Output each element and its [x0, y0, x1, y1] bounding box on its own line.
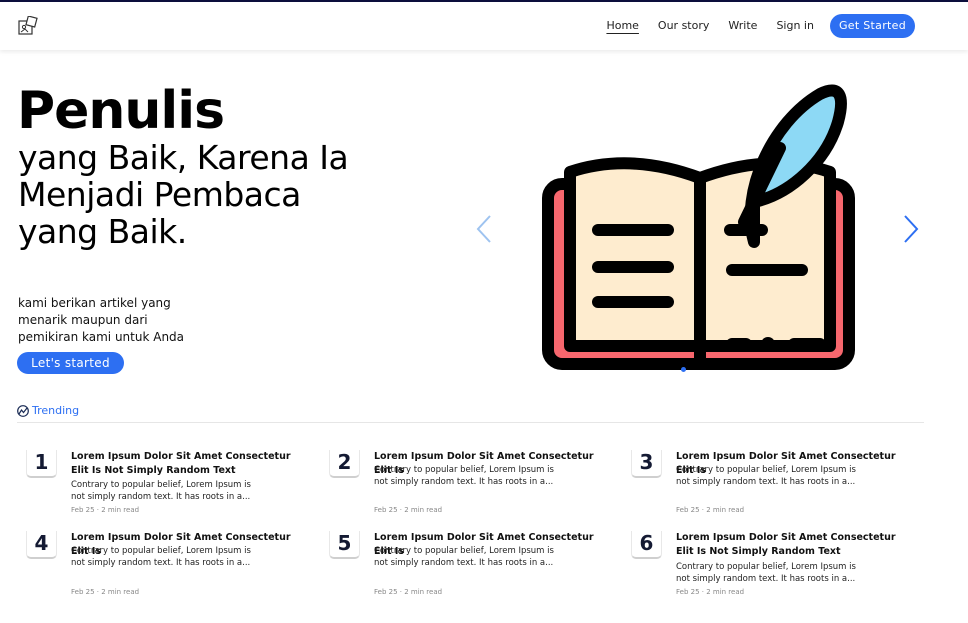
article-item-3[interactable]: 3 Lorem Ipsum Dolor Sit Amet Consectetur…	[631, 450, 896, 520]
book-quill-icon	[542, 84, 855, 370]
article-meta: Feb 25 · 2 min read	[676, 588, 745, 596]
puzzle-logo-icon[interactable]	[18, 16, 38, 36]
lets-started-button[interactable]: Let's started	[17, 352, 124, 374]
carousel-dot[interactable]	[681, 367, 686, 372]
article-excerpt: Contrary to popular belief, Lorem Ipsum …	[676, 465, 856, 487]
article-meta: Feb 25 · 2 min read	[676, 506, 745, 514]
article-excerpt: Contrary to popular belief, Lorem Ipsum …	[676, 562, 856, 584]
article-number: 4	[26, 531, 57, 559]
nav-write-link[interactable]: Write	[728, 13, 757, 39]
article-number: 6	[631, 531, 662, 559]
article-title[interactable]: Lorem Ipsum Dolor Sit Amet Consectetur E…	[676, 531, 916, 559]
navbar: Home Our story Write Sign in Get Started	[0, 2, 968, 50]
article-item-2[interactable]: 2 Lorem Ipsum Dolor Sit Amet Consectetur…	[329, 450, 594, 520]
divider	[17, 422, 924, 423]
chevron-right-icon[interactable]	[899, 213, 921, 245]
nav-sign-in-link[interactable]: Sign in	[776, 13, 814, 39]
article-excerpt: Contrary to popular belief, Lorem Ipsum …	[374, 465, 554, 487]
article-excerpt: Contrary to popular belief, Lorem Ipsum …	[71, 480, 251, 502]
nav-links: Home Our story Write Sign in Get Started	[587, 13, 915, 39]
article-excerpt: Contrary to popular belief, Lorem Ipsum …	[71, 546, 251, 568]
chevron-left-icon[interactable]	[474, 213, 496, 245]
article-item-1[interactable]: 1 Lorem Ipsum Dolor Sit Amet Consectetur…	[26, 450, 291, 520]
article-item-6[interactable]: 6 Lorem Ipsum Dolor Sit Amet Consectetur…	[631, 531, 896, 601]
hero-subtitle: yang Baik, Karena Ia Menjadi Pembaca yan…	[18, 138, 349, 251]
nav-our-story-link[interactable]: Our story	[658, 13, 709, 39]
hero-title: Penulis	[17, 81, 225, 141]
get-started-button[interactable]: Get Started	[829, 14, 915, 38]
article-excerpt: Contrary to popular belief, Lorem Ipsum …	[374, 546, 554, 568]
trending-header: Trending	[17, 404, 79, 417]
article-item-5[interactable]: 5 Lorem Ipsum Dolor Sit Amet Consectetur…	[329, 531, 594, 601]
article-title[interactable]: Lorem Ipsum Dolor Sit Amet Consectetur E…	[71, 450, 311, 478]
trending-icon	[17, 404, 29, 417]
article-number: 2	[329, 450, 360, 478]
article-meta: Feb 25 · 2 min read	[71, 588, 140, 596]
hero-description: kami berikan artikel yang menarik maupun…	[18, 296, 185, 344]
article-meta: Feb 25 · 2 min read	[374, 506, 443, 514]
article-number: 1	[26, 450, 57, 478]
article-number: 5	[329, 531, 360, 559]
article-number: 3	[631, 450, 662, 478]
article-meta: Feb 25 · 2 min read	[71, 506, 140, 514]
article-meta: Feb 25 · 2 min read	[374, 588, 443, 596]
trending-label[interactable]: Trending	[32, 404, 79, 417]
article-item-4[interactable]: 4 Lorem Ipsum Dolor Sit Amet Consectetur…	[26, 531, 291, 601]
nav-home-link[interactable]: Home	[606, 13, 638, 39]
